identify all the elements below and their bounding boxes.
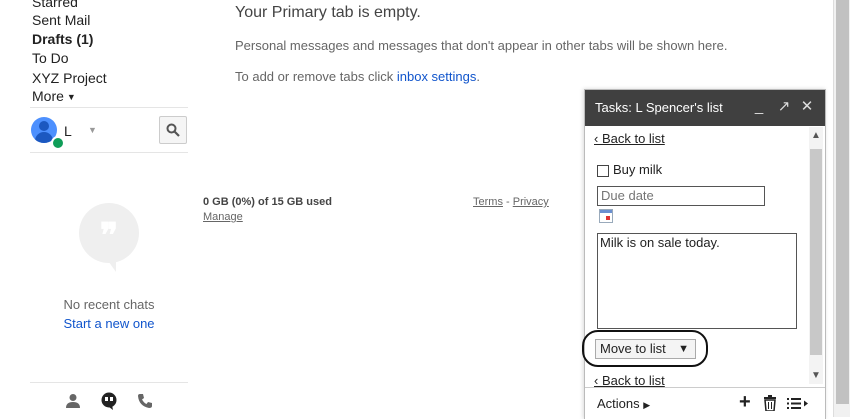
list-menu-icon[interactable] [787, 397, 809, 410]
back-to-list-link[interactable]: ‹ Back to list [594, 131, 665, 146]
add-task-icon[interactable]: + [739, 391, 751, 414]
caret-right-icon: ▶ [643, 400, 651, 410]
link-separator: - [502, 196, 513, 208]
tasks-header: Tasks: L Spencer's list _ ↗ ✕ [585, 90, 825, 126]
hangouts-quote-icon: ❞ [79, 203, 139, 263]
more-label: More [32, 88, 64, 104]
hangouts-bottom-bar [30, 382, 188, 418]
page-scrollbar[interactable] [833, 0, 850, 417]
back-to-list-link-bottom[interactable]: ‹ Back to list [594, 373, 665, 388]
person-icon[interactable] [64, 392, 82, 410]
calendar-icon[interactable] [599, 209, 613, 223]
privacy-link[interactable]: Privacy [513, 196, 549, 208]
hangouts-icon[interactable] [100, 392, 118, 410]
nav-item-sent-mail[interactable]: Sent Mail [32, 12, 90, 28]
dropdown-arrow-icon: ▼ [678, 343, 689, 355]
caret-down-icon: ▼ [66, 92, 76, 102]
actions-label: Actions [597, 396, 640, 411]
search-icon [166, 123, 180, 137]
user-name: L [64, 123, 72, 139]
minimize-icon[interactable]: _ [750, 98, 768, 116]
task-title[interactable]: Buy milk [613, 162, 662, 177]
move-to-list-label: Move to list [600, 341, 666, 356]
task-checkbox[interactable] [597, 165, 609, 177]
close-icon[interactable]: ✕ [798, 98, 816, 116]
terms-link[interactable]: Terms [473, 196, 503, 208]
nav-item-to-do[interactable]: To Do [32, 50, 69, 66]
start-new-chat-link[interactable]: Start a new one [30, 316, 188, 331]
move-to-list-select[interactable]: Move to list ▼ [595, 339, 696, 359]
nav-item-starred[interactable]: Starred [32, 0, 78, 10]
online-status-icon [51, 136, 65, 150]
caret-down-icon[interactable]: ▼ [88, 125, 97, 135]
scroll-down-icon[interactable]: ▼ [809, 370, 823, 381]
tabs-msg-suffix: . [476, 69, 480, 84]
nav-item-drafts[interactable]: Drafts (1) [32, 31, 93, 47]
tasks-scrollbar-thumb[interactable] [810, 149, 822, 355]
page-scrollbar-thumb[interactable] [836, 0, 849, 404]
task-notes[interactable]: Milk is on sale today. [597, 233, 797, 329]
tabs-msg-prefix: To add or remove tabs click [235, 69, 397, 84]
hangouts-user-row: L ▼ [30, 108, 188, 152]
nav-item-more[interactable]: More ▼ [32, 88, 76, 104]
tasks-scrollbar[interactable]: ▲ ▼ [809, 127, 823, 384]
scroll-up-icon[interactable]: ▲ [809, 130, 823, 141]
trash-icon[interactable] [763, 395, 777, 411]
primary-empty-description: Personal messages and messages that don'… [235, 38, 728, 53]
nav-item-xyz-project[interactable]: XYZ Project [32, 70, 107, 86]
inbox-settings-link[interactable]: inbox settings [397, 69, 477, 84]
left-nav: Starred Sent Mail Drafts (1) To Do XYZ P… [0, 0, 189, 417]
tasks-title: Tasks: L Spencer's list [595, 100, 723, 115]
storage-usage: 0 GB (0%) of 15 GB used [203, 196, 332, 208]
due-date-input[interactable] [597, 186, 765, 206]
footer-links: Terms - Privacy [473, 196, 549, 208]
tasks-panel: Tasks: L Spencer's list _ ↗ ✕ ‹ Back to … [582, 89, 826, 419]
tasks-footer: Actions ▶ + [585, 387, 825, 419]
pop-out-icon[interactable]: ↗ [775, 98, 793, 116]
tabs-settings-message: To add or remove tabs click inbox settin… [235, 69, 480, 84]
divider [30, 152, 188, 153]
search-people-button[interactable] [159, 116, 187, 144]
phone-icon[interactable] [136, 392, 154, 410]
bubble-tail [106, 258, 116, 272]
primary-empty-title: Your Primary tab is empty. [235, 4, 421, 21]
actions-menu-button[interactable]: Actions ▶ [597, 396, 650, 411]
manage-storage-link[interactable]: Manage [203, 211, 243, 223]
no-recent-chats-text: No recent chats [63, 297, 155, 312]
